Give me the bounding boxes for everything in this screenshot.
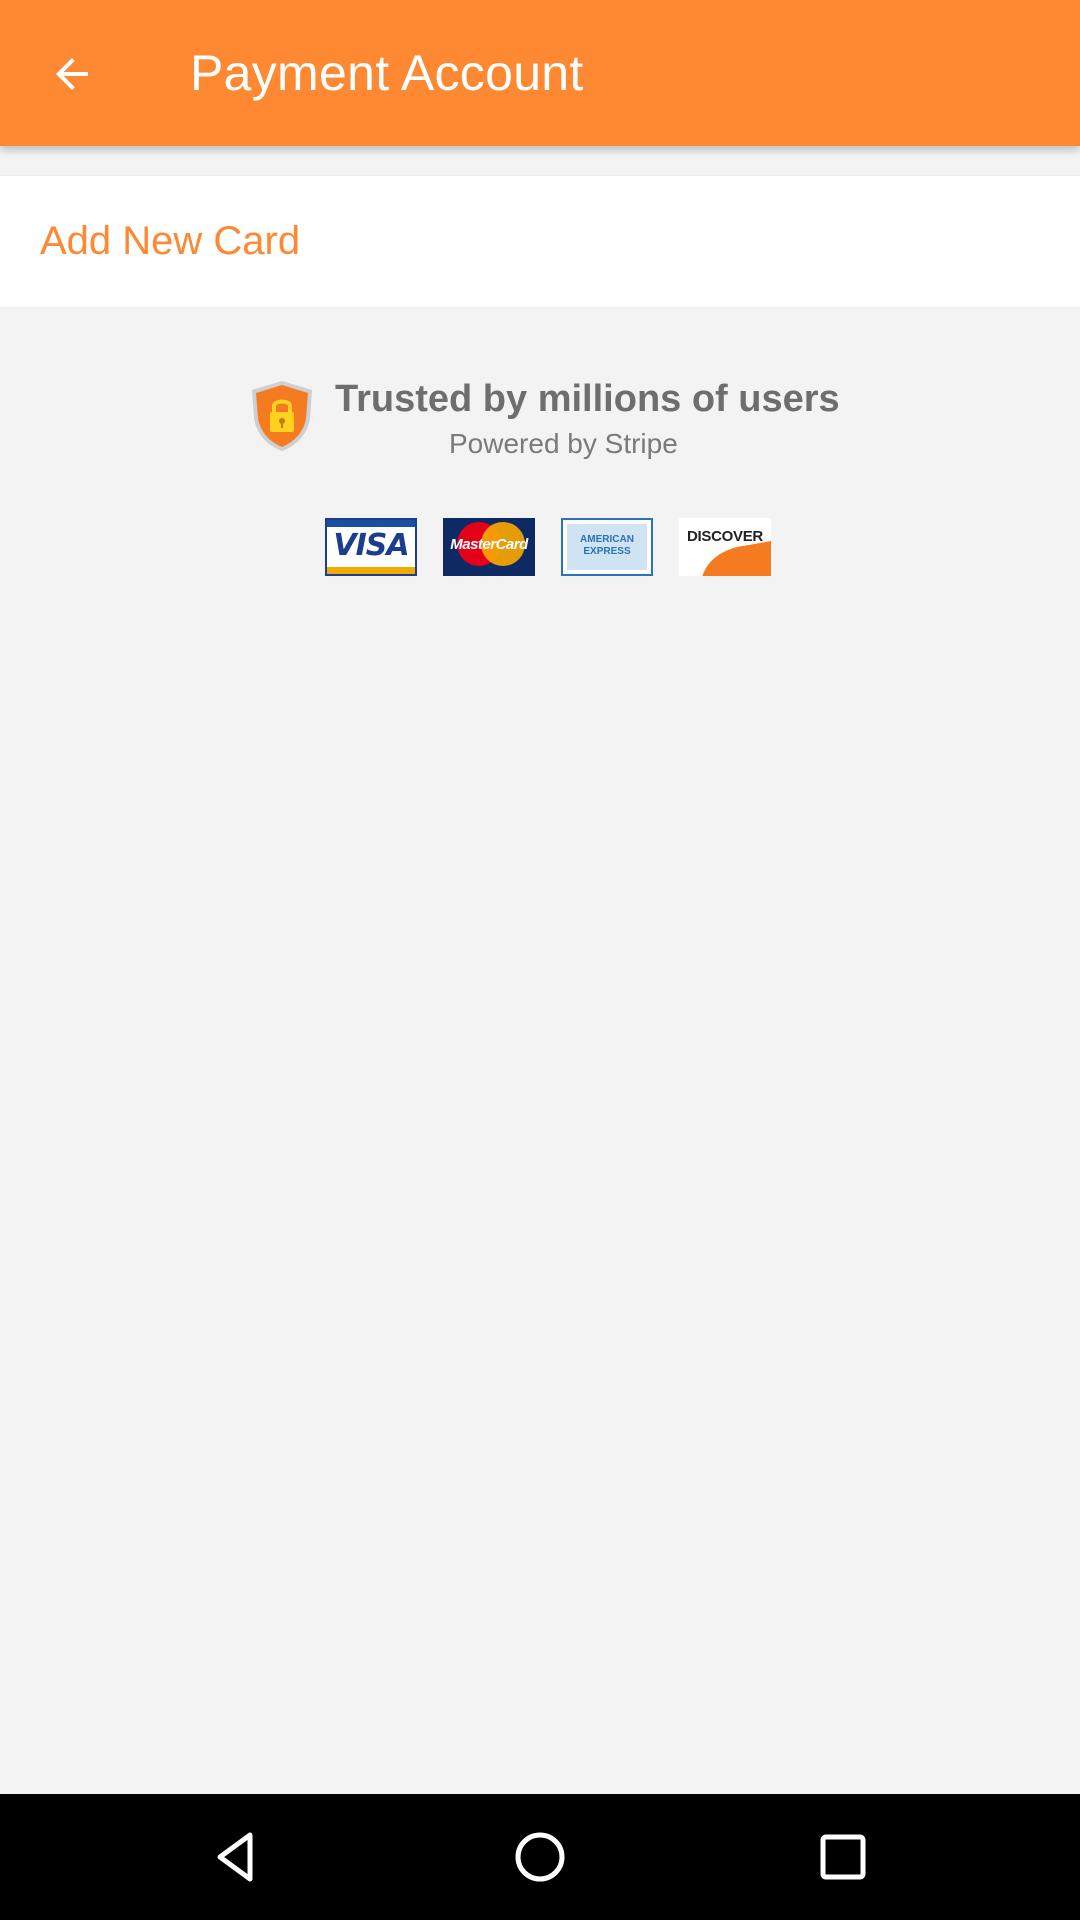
page-title: Payment Account: [190, 45, 584, 101]
mastercard-logo-label: MasterCard: [450, 536, 528, 553]
payment-account-screen: Payment Account Add New Card Trusted by …: [0, 0, 1080, 1920]
trust-badge: Trusted by millions of users Powered by …: [246, 378, 846, 459]
arrow-back-icon: [56, 58, 88, 90]
american-express-logo: AMERICAN EXPRESS: [561, 518, 653, 576]
nav-home-button[interactable]: [498, 1815, 582, 1899]
nav-home-circle-icon: [515, 1832, 565, 1882]
trust-subtitle: Powered by Stripe: [449, 428, 678, 459]
discover-logo-label: DISCOVER: [687, 528, 763, 545]
nav-back-triangle-icon: [217, 1832, 253, 1882]
trust-title: Trusted by millions of users: [335, 378, 840, 420]
visa-logo-label: VISA: [333, 528, 409, 563]
nav-back-button[interactable]: [194, 1815, 278, 1899]
visa-logo: VISA: [325, 518, 417, 576]
add-new-card-button[interactable]: Add New Card: [0, 175, 1080, 308]
american-express-logo-label: AMERICAN EXPRESS: [580, 534, 634, 557]
nav-recents-button[interactable]: [801, 1815, 885, 1899]
mastercard-logo: MasterCard: [443, 518, 535, 576]
system-navigation-bar: [0, 1794, 1080, 1920]
back-button[interactable]: [30, 32, 114, 116]
discover-logo: DISCOVER: [679, 518, 771, 576]
app-bar: Payment Account: [0, 0, 1080, 146]
nav-recents-square-icon: [820, 1834, 866, 1880]
shield-lock-icon: [252, 381, 312, 451]
accepted-cards: VISA MasterCard AMERICAN EXPRESS DISCOVE…: [325, 518, 771, 576]
add-new-card-label: Add New Card: [40, 219, 301, 263]
